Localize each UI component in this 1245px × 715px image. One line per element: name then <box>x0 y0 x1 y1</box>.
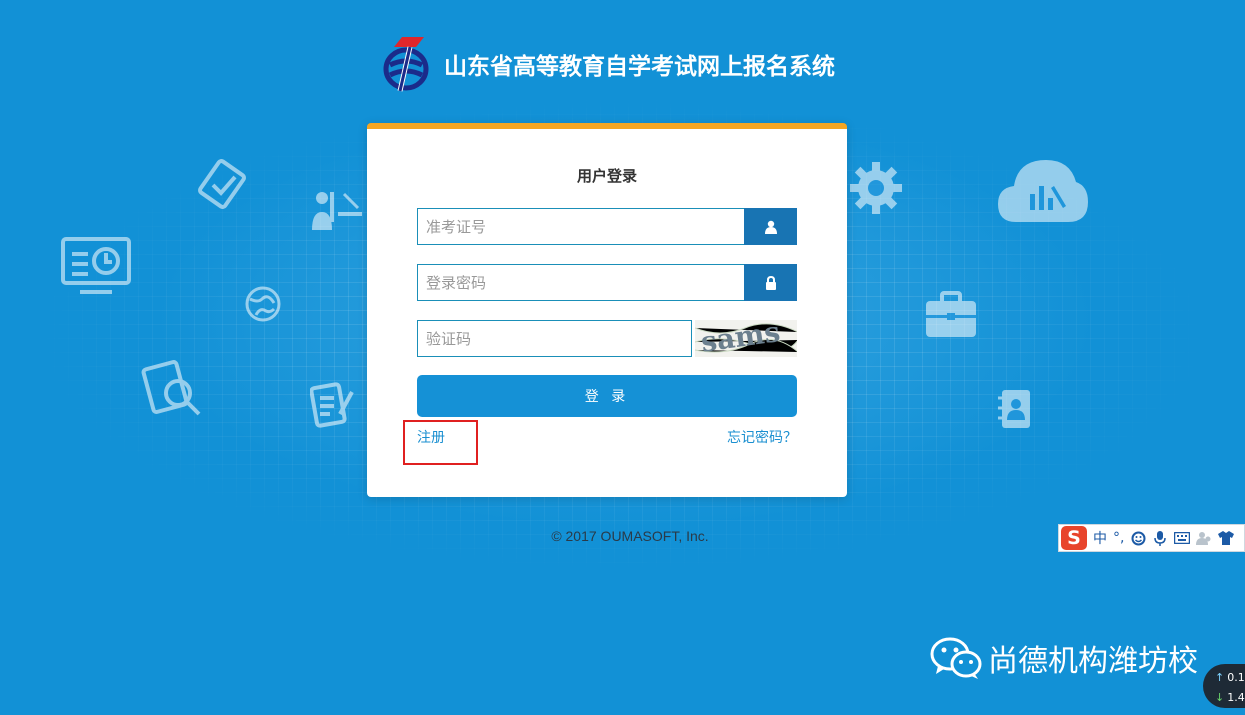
exam-id-field <box>417 208 797 245</box>
ime-mode-toggle[interactable]: 中 <box>1093 528 1107 548</box>
login-button[interactable]: 登 录 <box>417 375 797 417</box>
cloud-chart-icon <box>996 156 1088 228</box>
upload-speed: ↑ 0.1 <box>1215 671 1245 684</box>
download-arrow-icon: ↓ <box>1215 691 1225 704</box>
gear-icon <box>848 160 904 216</box>
exam-logo-icon <box>383 37 429 92</box>
skin-shirt-icon[interactable] <box>1218 530 1235 546</box>
sogou-logo-icon[interactable]: S <box>1061 526 1087 550</box>
download-speed: ↓ 1.4 <box>1215 691 1245 704</box>
clipboard-check-icon <box>195 155 255 215</box>
exam-id-input[interactable] <box>417 208 744 245</box>
ime-toolbar: S 中 °, <box>1058 524 1245 552</box>
site-header: 山东省高等教育自学考试网上报名系统 <box>380 34 835 94</box>
captcha-input[interactable] <box>417 320 692 357</box>
password-input[interactable] <box>417 264 744 301</box>
teacher-board-icon <box>308 188 364 234</box>
briefcase-icon <box>924 291 978 339</box>
contact-book-icon <box>998 388 1032 430</box>
user-icon <box>744 208 797 245</box>
user-group-icon[interactable] <box>1196 530 1212 546</box>
emoji-icon[interactable] <box>1130 530 1146 546</box>
watermark: 尚德机构潍坊校 <box>930 636 1198 680</box>
upload-arrow-icon: ↑ <box>1215 671 1225 684</box>
register-highlight-box <box>403 420 478 465</box>
search-document-icon <box>140 357 208 421</box>
lock-icon <box>744 264 797 301</box>
edit-document-icon <box>310 380 356 430</box>
site-title: 山东省高等教育自学考试网上报名系统 <box>444 54 835 80</box>
wechat-icon <box>930 637 982 679</box>
ime-punct-toggle[interactable]: °, <box>1113 530 1124 546</box>
watermark-text: 尚德机构潍坊校 <box>988 644 1198 679</box>
monitor-clock-icon <box>60 236 132 296</box>
login-title: 用户登录 <box>576 167 637 185</box>
keyboard-icon[interactable] <box>1174 530 1191 546</box>
microphone-icon[interactable] <box>1152 530 1168 546</box>
password-field <box>417 264 797 301</box>
captcha-field: sams <box>417 320 797 357</box>
globe-icon <box>244 285 282 323</box>
captcha-image[interactable]: sams <box>695 320 797 357</box>
forgot-password-link[interactable]: 忘记密码？ <box>727 427 797 447</box>
network-speed-widget[interactable]: ↑ 0.1 ↓ 1.4 <box>1203 664 1245 708</box>
